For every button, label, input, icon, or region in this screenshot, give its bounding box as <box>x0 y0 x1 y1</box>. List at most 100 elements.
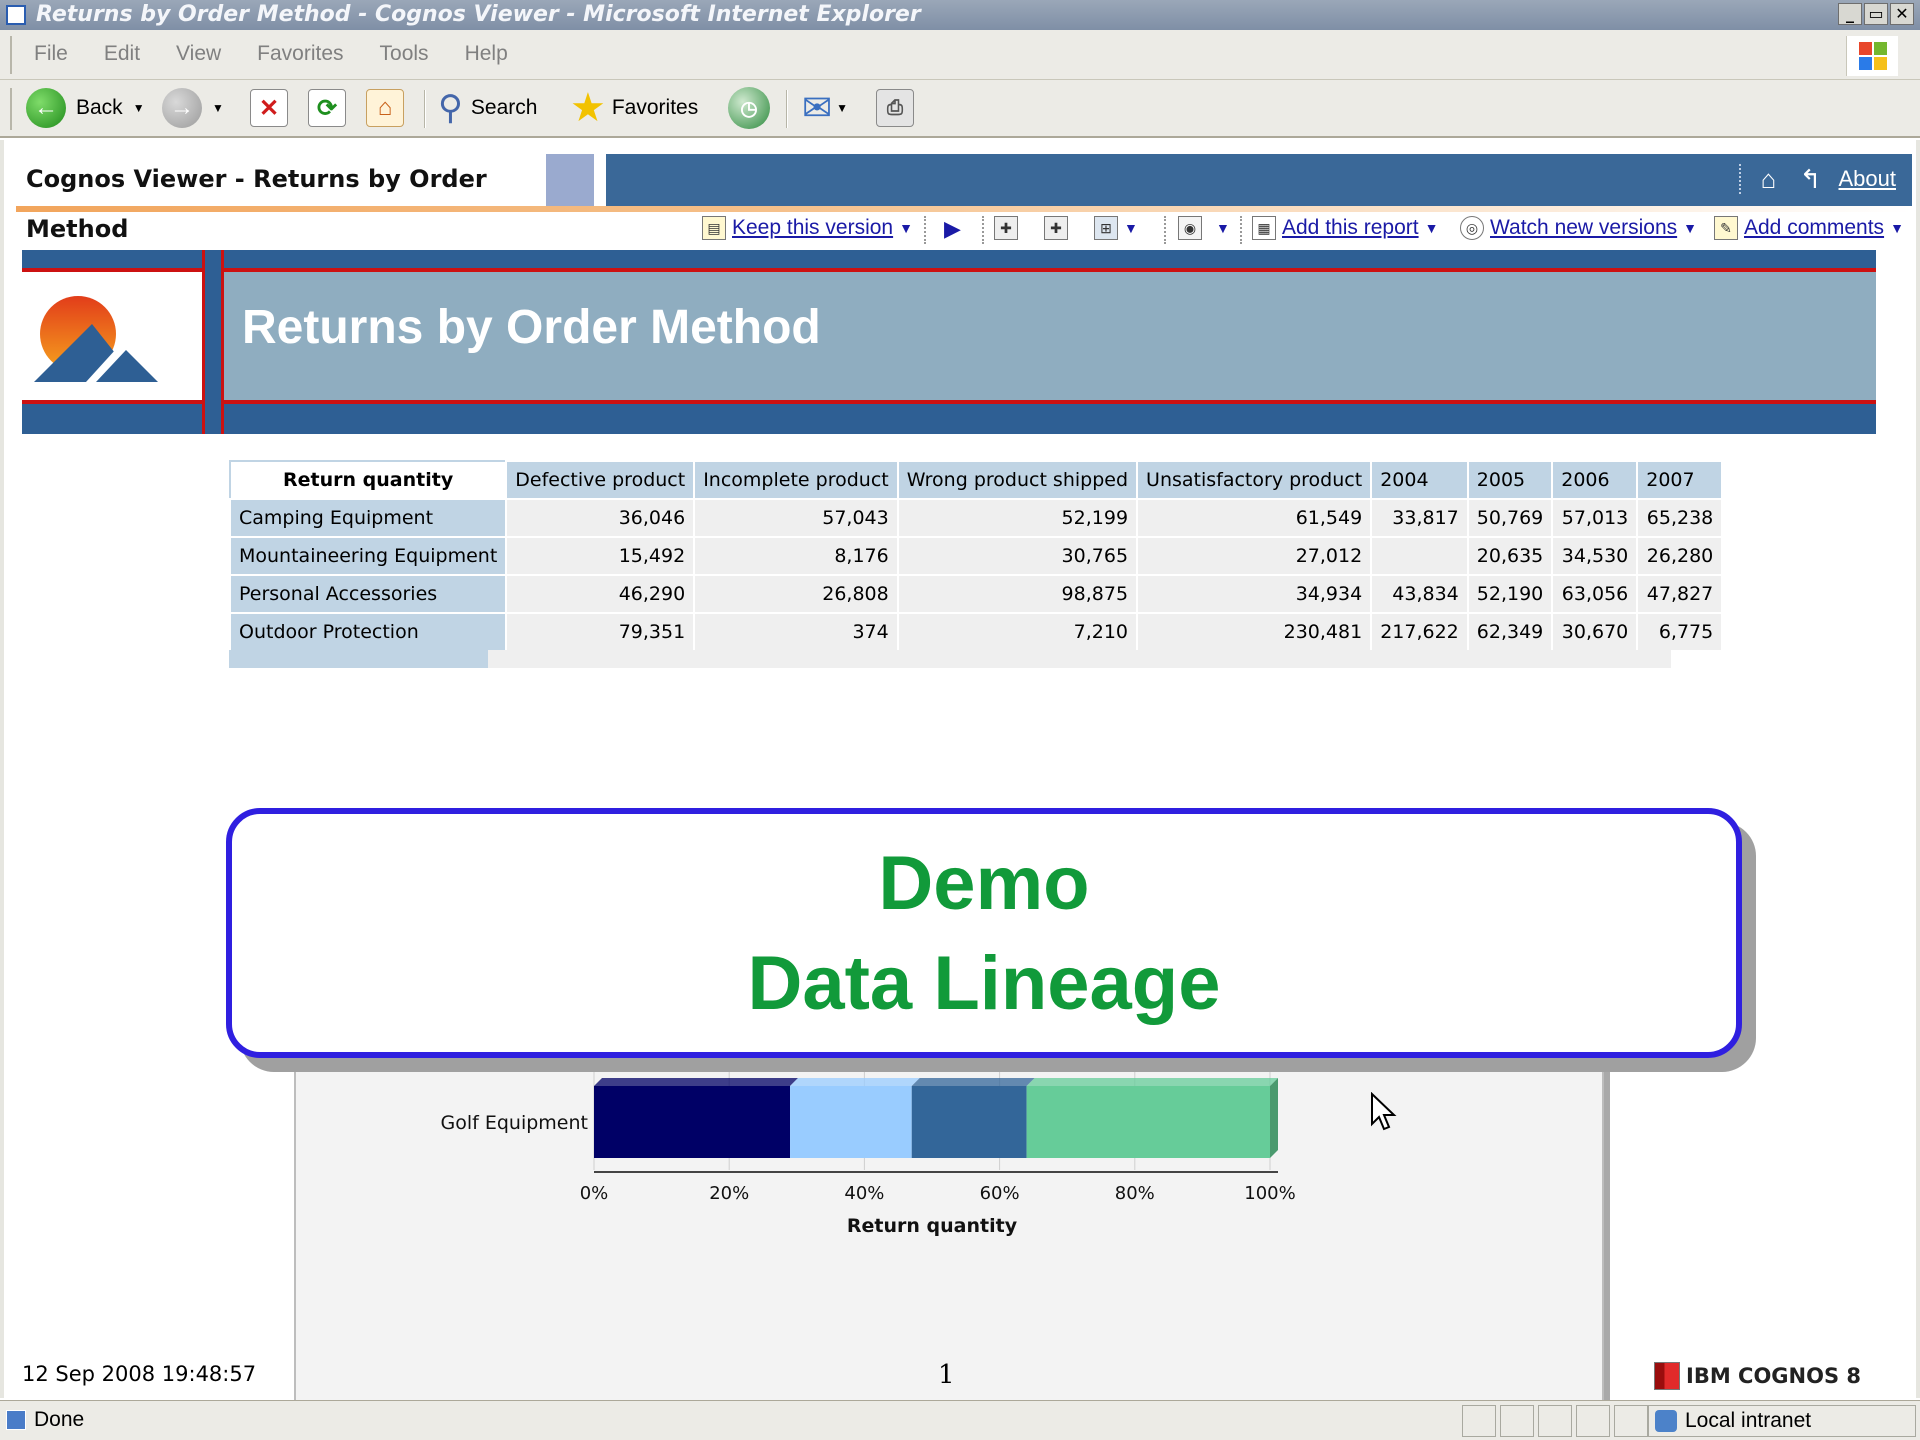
brand-name: IBM COGNOS 8 <box>1686 1364 1862 1388</box>
menu-file[interactable]: File <box>34 42 68 66</box>
status-bar: Done Local intranet <box>0 1400 1920 1440</box>
header-separator <box>1738 164 1741 194</box>
table-cell: 30,765 <box>896 536 1139 576</box>
add-comments-dropdown-icon[interactable]: ▼ <box>1890 220 1904 236</box>
column-header: 2005 <box>1466 460 1554 500</box>
status-text: Done <box>34 1408 85 1431</box>
printer-icon: ⎙ <box>876 89 914 127</box>
menu-bar: File Edit View Favorites Tools Help <box>0 30 1920 80</box>
go-to-action[interactable]: ⊞ ▼ <box>1094 216 1138 240</box>
viewer-title-accent <box>546 154 594 206</box>
zone-label: Local intranet <box>1685 1409 1812 1432</box>
table-cell: 79,351 <box>505 612 696 652</box>
category-label: Golf Equipment <box>441 1112 589 1134</box>
stop-button[interactable]: ✕ <box>250 86 288 130</box>
close-button[interactable]: ✕ <box>1890 3 1914 25</box>
add-comments-action[interactable]: ✎ Add comments ▼ <box>1714 216 1904 240</box>
keep-version-icon: ▤ <box>702 216 726 240</box>
action-separator-2 <box>982 216 984 244</box>
table-cell: 217,622 <box>1370 612 1469 652</box>
favorites-button[interactable]: ★ Favorites <box>570 86 698 130</box>
menu-help[interactable]: Help <box>465 42 508 66</box>
menu-edit[interactable]: Edit <box>104 42 140 66</box>
view-format-dropdown-icon[interactable]: ▼ <box>1216 220 1230 236</box>
forward-arrow-icon: → <box>162 88 202 128</box>
cognos-logo-icon <box>1654 1362 1680 1390</box>
x-tick-label: 80% <box>1115 1183 1155 1204</box>
watch-versions-action[interactable]: ◎ Watch new versions ▼ <box>1460 216 1697 240</box>
return-icon[interactable]: ↰ <box>1797 164 1825 194</box>
report-timestamp: 12 Sep 2008 19:48:57 <box>22 1362 257 1386</box>
history-button[interactable]: ◷ <box>728 86 770 130</box>
table-cell: 26,808 <box>693 574 899 614</box>
table-header-row: Return quantity Defective product Incomp… <box>228 460 1724 500</box>
keep-version-dropdown-icon[interactable]: ▼ <box>899 220 913 236</box>
brand-footer: IBM COGNOS 8 <box>1654 1362 1861 1390</box>
table-cell: 46,290 <box>505 574 696 614</box>
home-button[interactable]: ⌂ <box>366 86 404 130</box>
table-cell: 36,046 <box>505 498 696 538</box>
view-format-icon: ◉ <box>1178 216 1202 240</box>
report-title: Returns by Order Method <box>242 301 821 354</box>
windows-logo-icon <box>1846 36 1898 76</box>
home-icon[interactable]: ⌂ <box>1755 164 1783 194</box>
table-cell: 57,043 <box>693 498 899 538</box>
go-to-dropdown-icon[interactable]: ▼ <box>1124 220 1138 236</box>
search-button[interactable]: ⚲ Search <box>438 86 537 130</box>
back-arrow-icon: ← <box>26 88 66 128</box>
add-report-link[interactable]: Add this report <box>1282 216 1419 240</box>
back-label: Back <box>76 96 123 119</box>
bar-segment-top <box>594 1078 799 1086</box>
mail-dropdown-icon[interactable]: ▼ <box>836 101 848 115</box>
table-cell: 6,775 <box>1636 612 1724 652</box>
bar-segment-top <box>911 1078 1035 1086</box>
column-header: 2006 <box>1551 460 1639 500</box>
table-cell: 20,635 <box>1466 536 1554 576</box>
table-cell: 30,670 <box>1551 612 1639 652</box>
about-link[interactable]: About <box>1839 166 1897 192</box>
window-controls: _ ▭ ✕ <box>1838 3 1914 25</box>
table-cell: 52,199 <box>896 498 1139 538</box>
back-button[interactable]: ← Back ▼ <box>26 86 145 130</box>
table-cell: 34,934 <box>1136 574 1373 614</box>
go-to-icon: ⊞ <box>1094 216 1118 240</box>
forward-dropdown-icon[interactable]: ▼ <box>212 101 224 115</box>
watch-icon: ◎ <box>1460 216 1484 240</box>
table-cell: 98,875 <box>896 574 1139 614</box>
watch-versions-dropdown-icon[interactable]: ▼ <box>1683 220 1697 236</box>
drill-up-action[interactable]: ✚ <box>1044 216 1068 240</box>
view-format-action[interactable]: ◉ ▼ <box>1178 216 1230 240</box>
minimize-button[interactable]: _ <box>1838 3 1862 25</box>
callout-line-1: Demo <box>878 841 1090 926</box>
column-header: 2004 <box>1370 460 1469 500</box>
forward-button[interactable]: → ▼ <box>162 86 224 130</box>
table-cell: 15,492 <box>505 536 696 576</box>
status-panes <box>1462 1405 1648 1437</box>
add-report-dropdown-icon[interactable]: ▼ <box>1425 220 1439 236</box>
menu-tools[interactable]: Tools <box>380 42 429 66</box>
status-pane <box>1462 1405 1496 1437</box>
maximize-button[interactable]: ▭ <box>1864 3 1888 25</box>
add-comments-link[interactable]: Add comments <box>1744 216 1884 240</box>
table-row: Outdoor Protection 79,351 374 7,210 230,… <box>228 612 1724 652</box>
refresh-icon: ⟳ <box>308 89 346 127</box>
keep-version-action[interactable]: ▤ Keep this version ▼ <box>702 216 913 240</box>
table-cell: 33,817 <box>1370 498 1469 538</box>
watch-versions-link[interactable]: Watch new versions <box>1490 216 1677 240</box>
keep-version-link[interactable]: Keep this version <box>732 216 893 240</box>
x-tick-label: 20% <box>709 1183 749 1204</box>
drill-down-action[interactable]: ✚ <box>994 216 1018 240</box>
crosstab-corner: Return quantity <box>228 460 508 500</box>
run-action[interactable]: ▶ <box>944 216 961 242</box>
menu-view[interactable]: View <box>176 42 221 66</box>
add-report-action[interactable]: ▦ Add this report ▼ <box>1252 216 1438 240</box>
menu-favorites[interactable]: Favorites <box>257 42 343 66</box>
print-button[interactable]: ⎙ <box>876 86 914 130</box>
search-icon: ⚲ <box>438 89 463 127</box>
refresh-button[interactable]: ⟳ <box>308 86 346 130</box>
back-dropdown-icon[interactable]: ▼ <box>133 101 145 115</box>
star-icon: ★ <box>570 86 606 130</box>
status-pane <box>1500 1405 1534 1437</box>
crosstab-table: Return quantity Defective product Incomp… <box>228 460 1724 652</box>
mail-button[interactable]: ✉ ▼ <box>802 86 848 130</box>
